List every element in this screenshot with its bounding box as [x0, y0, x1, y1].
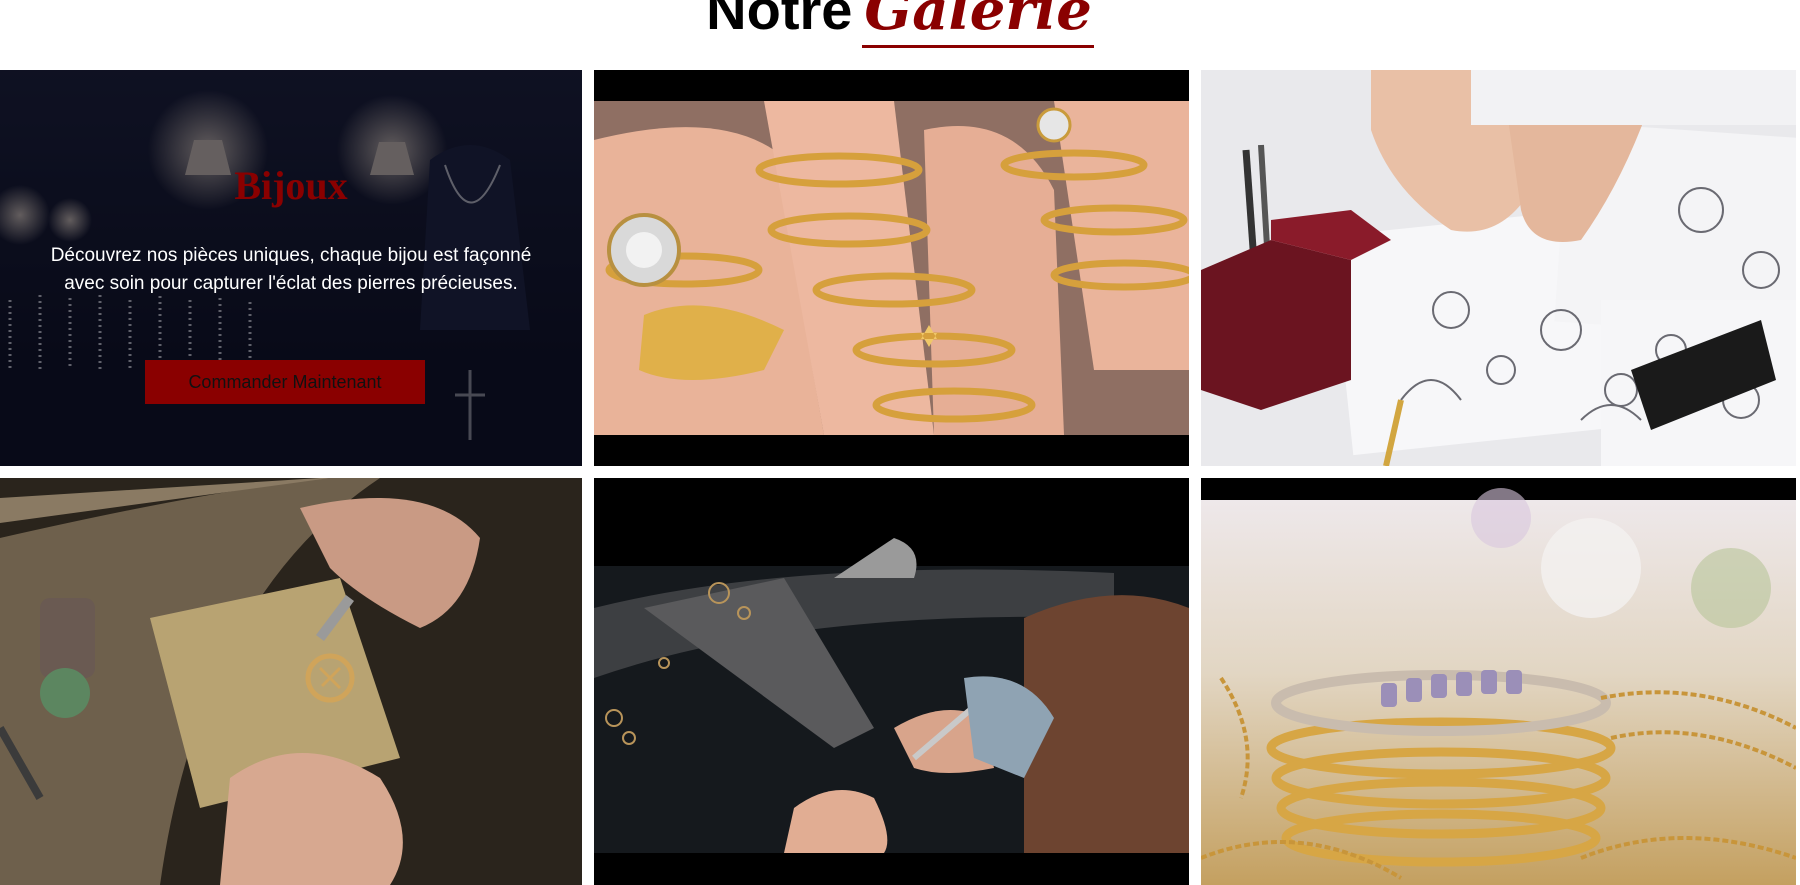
order-now-button[interactable]: Commander Maintenant [145, 360, 425, 404]
gallery-tile-workbench[interactable] [594, 478, 1189, 885]
gold-rings-chains-image [1201, 478, 1796, 885]
gold-rings-image [594, 70, 1189, 466]
featured-content: Bijoux Découvrez nos pièces uniques, cha… [0, 70, 582, 466]
gallery-tile-featured[interactable]: Bijoux Découvrez nos pièces uniques, cha… [0, 70, 582, 466]
featured-title: Bijoux [234, 163, 348, 208]
heading-word-galerie: Galerie [862, 0, 1094, 48]
heading-word-notre: Notre [706, 0, 853, 41]
gallery-tile-design[interactable] [1201, 70, 1796, 466]
gallery-tile-artisan[interactable] [0, 478, 582, 885]
featured-description: Découvrez nos pièces uniques, chaque bij… [50, 245, 532, 294]
jeweler-workbench-image [594, 478, 1189, 885]
gallery-tile-gold[interactable] [1201, 478, 1796, 885]
gallery-tile-rings[interactable] [594, 70, 1189, 466]
artisan-pendant-image [0, 478, 582, 885]
gallery-heading: Notre Galerie [0, 0, 1800, 48]
jewelry-design-image [1201, 70, 1796, 466]
